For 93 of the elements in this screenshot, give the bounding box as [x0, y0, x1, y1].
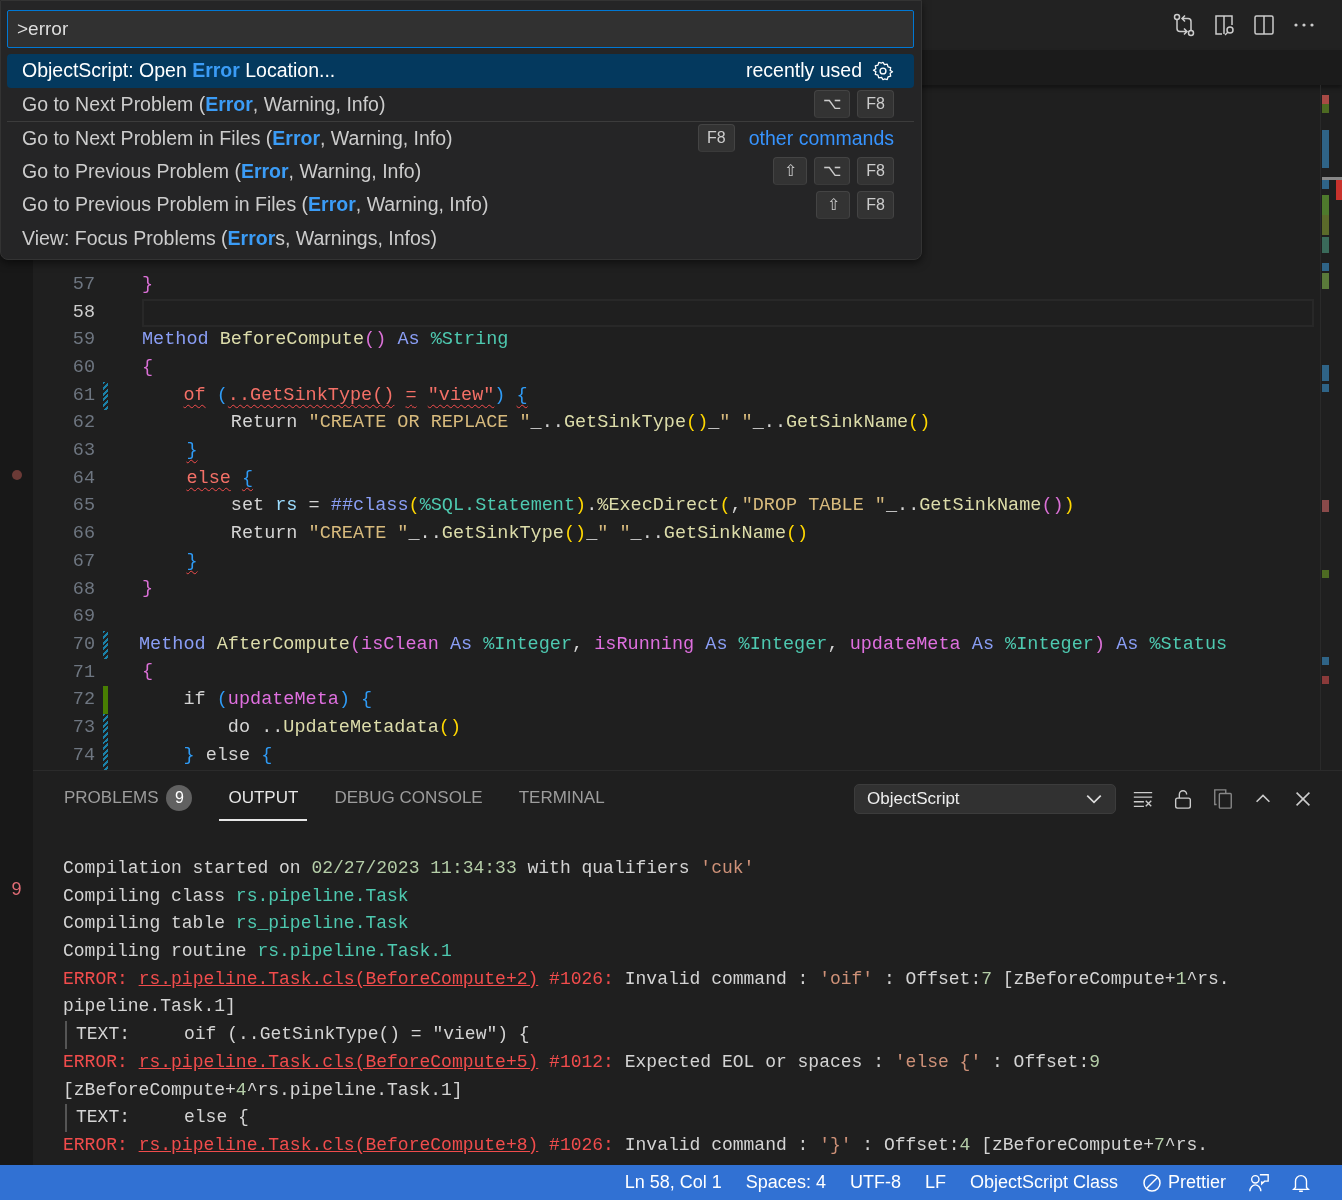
settings-icon[interactable]: [872, 59, 894, 82]
code-line: {: [142, 355, 155, 380]
output-line: Compiling routine rs.pipeline.Task.1: [63, 940, 452, 964]
output-line: ERROR: rs.pipeline.Task.cls(BeforeCompute+2) #1026: Invalid command : 'oif' : Offset:7 [zBeforeCompute+1^rs.: [63, 967, 1230, 991]
line-number: 69: [71, 605, 95, 630]
copy-icon[interactable]: [1212, 788, 1234, 810]
keybinding-key: ⌥: [814, 157, 851, 186]
output-line: TEXT: else {: [65, 1104, 249, 1132]
breakpoint-dot: [11, 470, 22, 480]
line-number: 73: [71, 715, 95, 740]
command-item[interactable]: Go to Previous Problem in Files (Error, Warning, Info) ⇧ F8: [7, 188, 914, 222]
status-item[interactable]: LF: [914, 1167, 956, 1198]
line-number: 66: [71, 522, 95, 547]
output-line: TEXT: oif (..GetSinkType() = "view") {: [65, 1021, 530, 1049]
status-item[interactable]: Spaces: 4: [735, 1167, 836, 1198]
code-line: }: [185, 549, 199, 574]
problem-count: 9: [11, 878, 22, 901]
code-line: of (..GetSinkType() = "view") {: [182, 383, 529, 408]
status-item[interactable]: Prettier: [1131, 1167, 1236, 1198]
command-item[interactable]: Go to Next Problem (Error, Warning, Info) ⌥ F8: [7, 87, 914, 121]
code-line: set rs = ##class(%SQL.Statement).%ExecDirect(,"DROP TABLE "_..GetSinkName()): [229, 494, 1076, 519]
recently-used-label: recently used: [746, 58, 862, 84]
status-item[interactable]: Ln 58, Col 1: [614, 1167, 732, 1198]
command-label: View: Focus Problems (Errors, Warnings, Infos): [22, 225, 439, 251]
command-label: Go to Next Problem (Error, Warning, Info): [22, 91, 387, 117]
keybinding-key: ⇧: [773, 157, 808, 186]
line-number: 60: [71, 356, 95, 381]
command-item[interactable]: View: Focus Problems (Errors, Warnings, Infos): [7, 221, 914, 255]
group-label: other commands: [748, 125, 894, 151]
code-line: do ..UpdateMetadata(): [226, 715, 462, 740]
command-item[interactable]: Go to Next Problem in Files (Error, Warning, Info) F8 other commands: [7, 121, 914, 155]
code-line: Method BeforeCompute() As %String: [142, 328, 510, 353]
code-line: Return "CREATE OR REPLACE "_..GetSinkType()_" "_..GetSinkName(): [229, 411, 932, 436]
line-number: 67: [71, 549, 95, 574]
line-number: 61: [71, 383, 95, 408]
panel-tab[interactable]: PROBLEMS 9: [55, 777, 202, 821]
code-line: if (updateMeta) {: [182, 688, 374, 713]
code-line: Method AfterCompute(isClean As %Integer, isRunning As %Integer, updateMeta As %Integer) As %Status: [139, 632, 1229, 657]
line-number: 68: [71, 577, 95, 602]
code-line: }: [185, 438, 199, 463]
status-item[interactable]: ObjectScript Class: [959, 1167, 1128, 1198]
output-line: ERROR: rs.pipeline.Task.cls(BeforeCompute+5) #1012: Expected EOL or spaces : 'else {' : Offset:9: [63, 1050, 1101, 1074]
panel-tab[interactable]: DEBUG CONSOLE: [325, 777, 492, 821]
line-number: 62: [71, 411, 95, 436]
command-label: ObjectScript: Open Error Location...: [22, 58, 337, 84]
keybinding-key: ⇧: [816, 190, 851, 219]
feedback-icon[interactable]: [1248, 1171, 1270, 1194]
code-line: }: [142, 272, 155, 297]
split-editor-icon[interactable]: [1252, 13, 1276, 37]
line-number: 57: [71, 272, 95, 297]
command-label: Go to Previous Problem in Files (Error, Warning, Info): [22, 192, 490, 218]
command-item[interactable]: ObjectScript: Open Error Location... recently used: [7, 54, 914, 88]
keybinding-key: F8: [857, 90, 894, 119]
code-line: } else {: [182, 743, 274, 768]
output-line: Compiling class rs.pipeline.Task: [63, 884, 409, 908]
file-location-link[interactable]: rs.pipeline.Task.cls(BeforeCompute+8): [138, 1134, 539, 1155]
file-location-link[interactable]: rs.pipeline.Task.cls(BeforeCompute+5): [138, 1051, 539, 1072]
open-preview-icon[interactable]: [1212, 13, 1236, 37]
output-line: ERROR: rs.pipeline.Task.cls(BeforeCompute+8) #1026: Invalid command : '}' : Offset:4 [zBeforeCompute+7^rs.: [63, 1133, 1209, 1157]
output-line: Compilation started on 02/27/2023 11:34:33 with qualifiers 'cuk': [63, 857, 755, 880]
line-number: 70: [71, 632, 95, 657]
status-item[interactable]: UTF-8: [839, 1167, 911, 1198]
blocked-icon: [1141, 1172, 1162, 1193]
code-line: {: [142, 660, 155, 685]
command-label: Go to Previous Problem (Error, Warning, Info): [22, 158, 423, 184]
line-number: 65: [71, 494, 95, 519]
code-line: else {: [185, 466, 255, 491]
command-input-field[interactable]: >error: [7, 10, 914, 48]
keybinding-key: F8: [857, 157, 894, 186]
keybinding-key: F8: [857, 190, 894, 219]
panel-tab[interactable]: TERMINAL: [509, 777, 614, 821]
panel-tab[interactable]: OUTPUT: [219, 777, 308, 821]
command-label: Go to Next Problem in Files (Error, Warning, Info): [22, 125, 454, 151]
keybinding-key: ⌥: [814, 90, 851, 119]
code-line: Return "CREATE "_..GetSinkType()_" "_..GetSinkName(): [229, 522, 810, 547]
file-location-link[interactable]: rs.pipeline.Task.cls(BeforeCompute+2): [138, 968, 539, 989]
line-number: 59: [71, 328, 95, 353]
compare-changes-icon[interactable]: [1172, 13, 1196, 37]
output-channel-dropdown[interactable]: ObjectScript: [854, 784, 1116, 814]
unlocked-padlock-icon[interactable]: [1172, 788, 1194, 810]
code-line: }: [142, 577, 155, 602]
output-line: Compiling table rs_pipeline.Task: [63, 912, 409, 936]
command-item[interactable]: Go to Previous Problem (Error, Warning, Info) ⇧ ⌥ F8: [7, 154, 914, 188]
line-number: 64: [71, 466, 95, 491]
problem-count-badge: 9: [166, 785, 193, 811]
output-line: pipeline.Task.1]: [63, 995, 236, 1019]
line-number: 74: [71, 743, 95, 768]
line-number: 63: [71, 439, 95, 464]
keybinding-key: F8: [698, 124, 735, 153]
line-number: 58: [71, 300, 95, 325]
line-number: 72: [71, 688, 95, 713]
output-line: [zBeforeCompute+4^rs.pipeline.Task.1]: [63, 1078, 463, 1102]
line-number: 71: [71, 660, 95, 685]
